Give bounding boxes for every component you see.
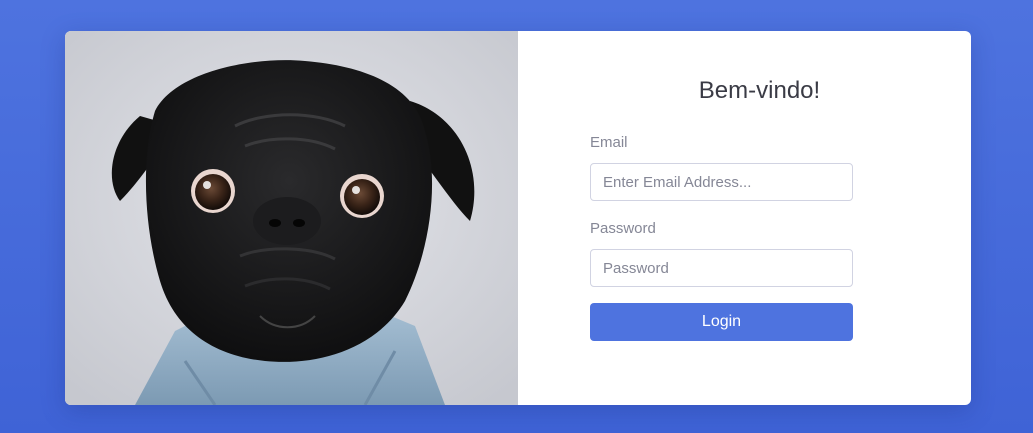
welcome-heading: Bem-vindo! bbox=[698, 77, 821, 104]
password-field[interactable] bbox=[590, 249, 853, 287]
pug-photo bbox=[65, 31, 518, 405]
password-label: Password bbox=[590, 220, 656, 237]
login-form: Bem-vindo! Email Password Login bbox=[518, 31, 971, 405]
email-field[interactable] bbox=[590, 163, 853, 201]
login-button[interactable]: Login bbox=[590, 303, 853, 341]
email-label: Email bbox=[590, 134, 628, 151]
login-card: Bem-vindo! Email Password Login bbox=[65, 31, 971, 405]
